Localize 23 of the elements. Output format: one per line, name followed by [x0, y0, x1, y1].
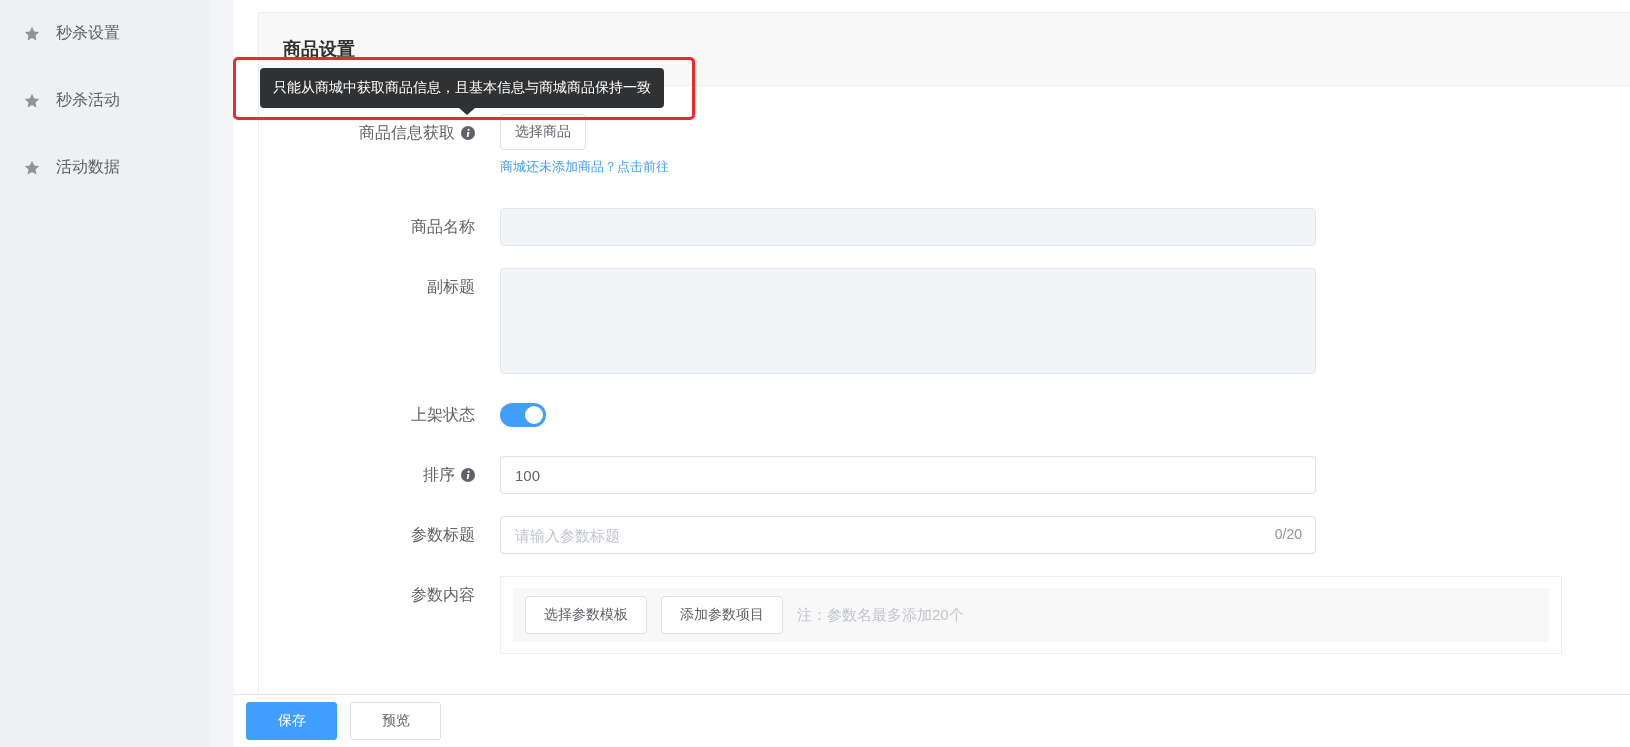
field-label: 商品名称	[411, 217, 475, 237]
field-label: 上架状态	[411, 405, 475, 425]
field-label: 商品信息获取	[359, 123, 455, 143]
input-field[interactable]: 100	[500, 456, 1316, 494]
params-button[interactable]: 选择参数模板	[525, 596, 647, 634]
select-product-button[interactable]: 选择商品	[500, 114, 586, 150]
params-button[interactable]: 添加参数项目	[661, 596, 783, 634]
star-icon	[24, 92, 40, 109]
tooltip: 只能从商城中获取商品信息，且基本信息与商城商品保持一致	[260, 68, 664, 108]
sidebar-item[interactable]: 秒杀设置	[0, 0, 210, 67]
field-label: 排序	[423, 465, 455, 485]
toggle-switch[interactable]	[500, 403, 546, 427]
star-icon	[24, 25, 40, 42]
character-counter: 0/20	[1274, 526, 1302, 542]
star-icon	[24, 159, 40, 176]
sidebar-item[interactable]: 活动数据	[0, 134, 210, 201]
field-label: 参数标题	[411, 525, 475, 545]
preview-button[interactable]: 预览	[350, 702, 441, 740]
tooltip-arrow	[459, 108, 475, 115]
field-label: 副标题	[427, 277, 475, 297]
section-title: 商品设置	[283, 38, 355, 61]
sidebar-item[interactable]: 秒杀活动	[0, 67, 210, 134]
field-label: 参数内容	[411, 585, 475, 605]
